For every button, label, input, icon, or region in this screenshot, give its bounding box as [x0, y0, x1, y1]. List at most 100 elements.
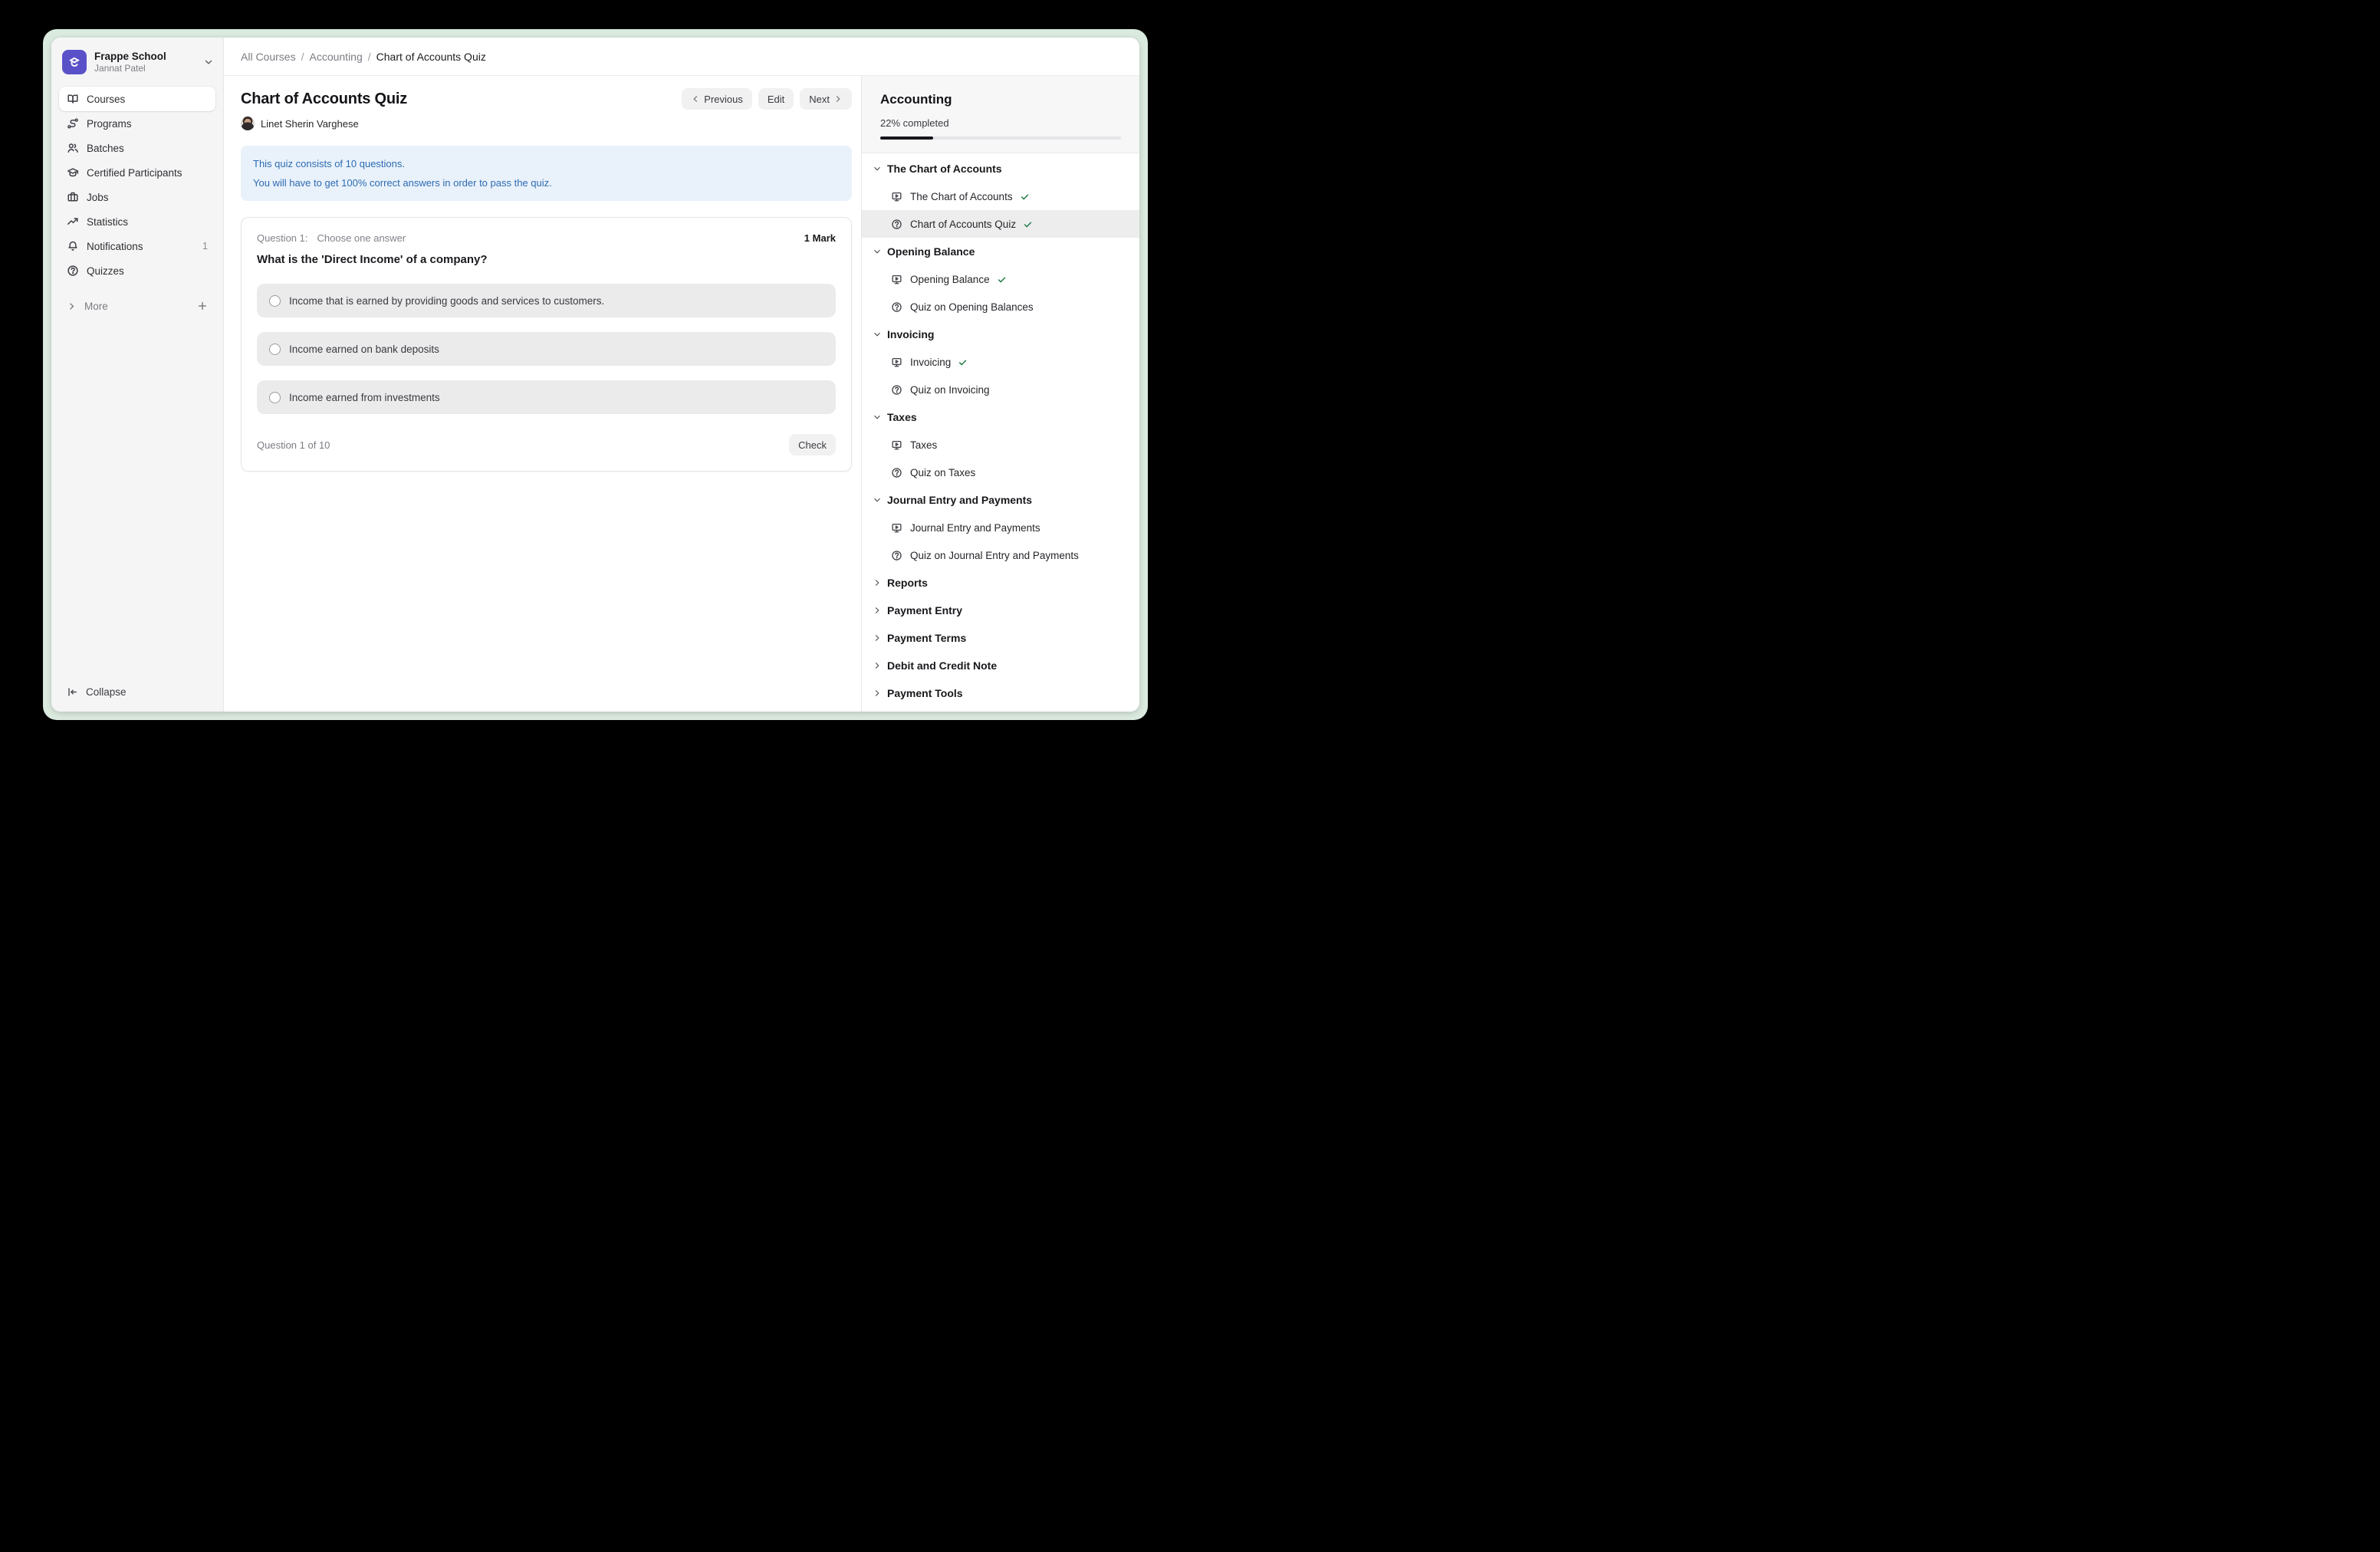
- outline-lesson[interactable]: The Chart of Accounts: [862, 182, 1139, 210]
- notice-line: You will have to get 100% correct answer…: [253, 173, 840, 192]
- previous-button[interactable]: Previous: [682, 88, 752, 110]
- sidebar-item-statistics[interactable]: Statistics: [59, 209, 215, 234]
- sidebar-item-label: Quizzes: [87, 265, 208, 277]
- sidebar-item-jobs[interactable]: Jobs: [59, 185, 215, 209]
- outline-quiz[interactable]: Quiz on Taxes: [862, 459, 1139, 486]
- sidebar-item-notifications[interactable]: Notifications 1: [59, 234, 215, 258]
- outline-lesson[interactable]: Opening Balance: [862, 265, 1139, 293]
- outline-section-opening-balance[interactable]: Opening Balance: [862, 238, 1139, 265]
- workspace-user: Jannat Patel: [94, 63, 196, 74]
- trending-up-icon: [67, 215, 79, 228]
- question-text: What is the 'Direct Income' of a company…: [257, 253, 836, 266]
- help-circle-icon: [891, 384, 902, 396]
- check-icon: [1023, 219, 1033, 229]
- edit-label: Edit: [768, 94, 784, 105]
- previous-label: Previous: [704, 94, 743, 105]
- book-open-icon: [67, 93, 79, 105]
- outline-section-taxes[interactable]: Taxes: [862, 403, 1139, 431]
- sidebar-menu: Courses Programs Batches Certified Parti…: [59, 87, 215, 283]
- author-avatar: [241, 117, 255, 130]
- sidebar-item-label: Batches: [87, 143, 208, 154]
- next-label: Next: [809, 94, 830, 105]
- radio-button[interactable]: [269, 392, 281, 403]
- chevron-left-icon: [691, 94, 700, 104]
- collapse-sidebar-button[interactable]: Collapse: [67, 686, 215, 698]
- outline-quiz[interactable]: Quiz on Opening Balances: [862, 293, 1139, 321]
- monitor-play-icon: [891, 191, 902, 202]
- monitor-play-icon: [891, 274, 902, 285]
- notifications-count-badge: 1: [202, 241, 208, 252]
- sidebar-item-courses[interactable]: Courses: [59, 87, 215, 111]
- page-title: Chart of Accounts Quiz: [241, 90, 407, 108]
- radio-button[interactable]: [269, 344, 281, 355]
- help-circle-icon: [891, 550, 902, 561]
- course-outline: The Chart of Accounts The Chart of Accou…: [862, 153, 1139, 712]
- answer-options: Income that is earned by providing goods…: [257, 284, 836, 414]
- outline-section-payment-tools[interactable]: Payment Tools: [862, 679, 1139, 707]
- check-icon: [1020, 192, 1030, 202]
- question-instruction: Choose one answer: [317, 232, 804, 244]
- course-outline-sidebar: Accounting 22% completed The Chart of Ac…: [861, 76, 1139, 712]
- sidebar-item-label: Notifications: [87, 241, 195, 252]
- chevron-down-icon: [873, 495, 882, 505]
- help-circle-icon: [891, 301, 902, 313]
- more-label: More: [84, 301, 189, 312]
- help-circle-icon: [891, 467, 902, 478]
- chevron-right-icon: [873, 633, 882, 643]
- outline-lesson[interactable]: Journal Entry and Payments: [862, 514, 1139, 541]
- route-icon: [67, 117, 79, 130]
- outline-lesson[interactable]: Invoicing: [862, 348, 1139, 376]
- breadcrumb-all-courses[interactable]: All Courses: [241, 51, 296, 63]
- monitor-play-icon: [891, 522, 902, 534]
- breadcrumb-accounting[interactable]: Accounting: [309, 51, 362, 63]
- check-icon: [958, 357, 968, 367]
- sidebar-item-label: Programs: [87, 118, 208, 130]
- outline-section-payment-terms[interactable]: Payment Terms: [862, 624, 1139, 652]
- outline-lesson[interactable]: Taxes: [862, 431, 1139, 459]
- chevron-down-icon: [873, 247, 882, 256]
- answer-option-2[interactable]: Income earned on bank deposits: [257, 332, 836, 366]
- sidebar-item-batches[interactable]: Batches: [59, 136, 215, 160]
- collapse-left-icon: [67, 686, 78, 698]
- chevron-down-icon: [873, 164, 882, 173]
- sidebar-more[interactable]: More: [59, 294, 215, 318]
- question-number-label: Question 1:: [257, 232, 308, 244]
- outline-quiz[interactable]: Quiz on Journal Entry and Payments: [862, 541, 1139, 569]
- outline-quiz[interactable]: Quiz on Invoicing: [862, 376, 1139, 403]
- answer-option-3[interactable]: Income earned from investments: [257, 380, 836, 414]
- chevron-down-icon: [873, 330, 882, 339]
- sidebar-item-label: Statistics: [87, 216, 208, 228]
- outline-section-payment-entry[interactable]: Payment Entry: [862, 597, 1139, 624]
- breadcrumb-separator: /: [301, 51, 304, 63]
- sidebar-item-certified-participants[interactable]: Certified Participants: [59, 160, 215, 185]
- course-title: Accounting: [880, 92, 1121, 107]
- outline-section-reports[interactable]: Reports: [862, 569, 1139, 597]
- outline-section-journal-entry[interactable]: Journal Entry and Payments: [862, 486, 1139, 514]
- graduation-cap-icon: [67, 166, 79, 179]
- sidebar-item-label: Certified Participants: [87, 167, 208, 179]
- outline-section-chart-of-accounts[interactable]: The Chart of Accounts: [862, 155, 1139, 182]
- graduation-cap-brand-icon: [66, 54, 83, 71]
- check-label: Check: [798, 439, 827, 451]
- plus-icon[interactable]: [197, 301, 208, 311]
- next-button[interactable]: Next: [800, 88, 852, 110]
- quiz-author: Linet Sherin Varghese: [241, 117, 852, 130]
- outline-quiz-current[interactable]: Chart of Accounts Quiz: [862, 210, 1139, 238]
- answer-option-1[interactable]: Income that is earned by providing goods…: [257, 284, 836, 317]
- quiz-page: Chart of Accounts Quiz Previous Edit Nex…: [224, 76, 861, 712]
- check-button[interactable]: Check: [789, 434, 836, 455]
- outline-section-debit-credit-note[interactable]: Debit and Credit Note: [862, 652, 1139, 679]
- edit-button[interactable]: Edit: [758, 88, 794, 110]
- outline-section-invoicing[interactable]: Invoicing: [862, 321, 1139, 348]
- course-completed-label: 22% completed: [880, 117, 1121, 129]
- author-name: Linet Sherin Varghese: [261, 118, 359, 130]
- radio-button[interactable]: [269, 295, 281, 307]
- sidebar-item-label: Courses: [87, 94, 208, 105]
- chevron-right-icon: [67, 301, 77, 311]
- sidebar-item-quizzes[interactable]: Quizzes: [59, 258, 215, 283]
- bell-icon: [67, 240, 79, 252]
- sidebar-item-programs[interactable]: Programs: [59, 111, 215, 136]
- workspace-switcher[interactable]: Frappe School Jannat Patel: [62, 50, 214, 74]
- breadcrumb-current: Chart of Accounts Quiz: [376, 51, 486, 63]
- left-sidebar: Frappe School Jannat Patel Courses Progr…: [51, 38, 224, 712]
